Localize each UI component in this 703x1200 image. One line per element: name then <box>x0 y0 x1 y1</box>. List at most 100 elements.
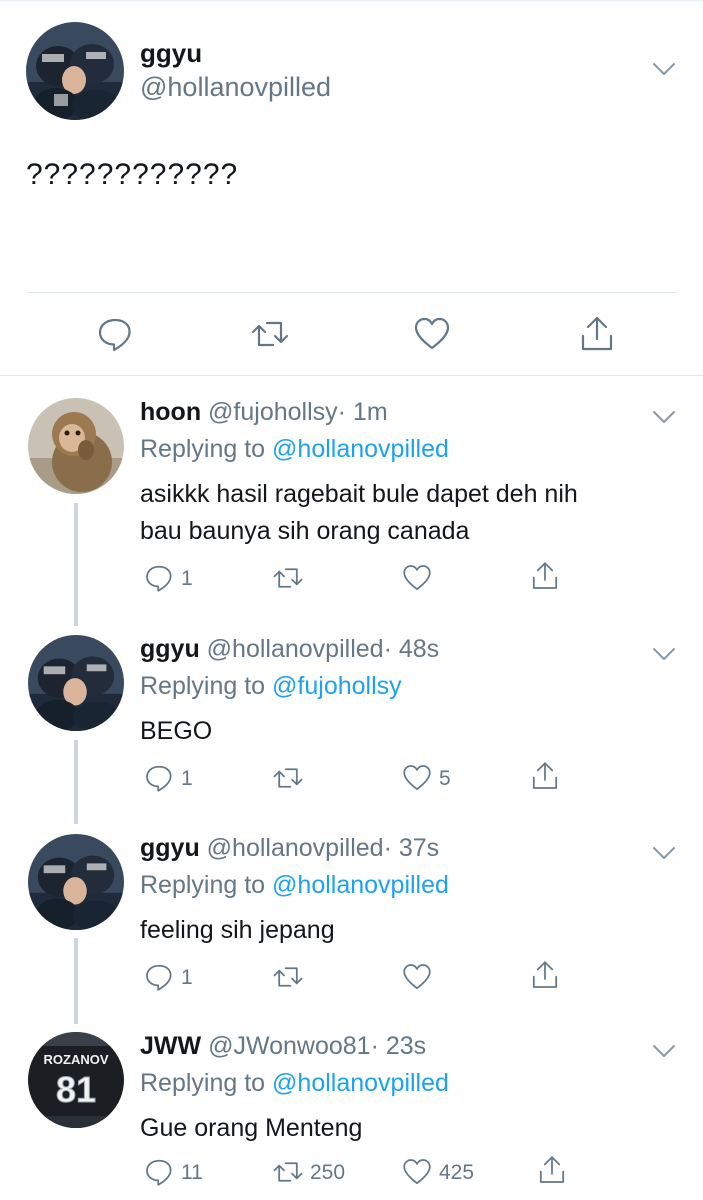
author-handle[interactable]: @hollanovpilled <box>207 635 384 663</box>
share-button[interactable] <box>536 1154 570 1186</box>
author-name[interactable]: ggyu <box>140 834 200 862</box>
like-count: 425 <box>439 1161 475 1184</box>
author-name[interactable]: ggyu <box>140 38 202 69</box>
replying-to: Replying to @hollanovpilled <box>140 435 449 464</box>
like-button[interactable] <box>401 562 461 594</box>
reply-text-line: Gue orang Menteng <box>140 1114 363 1142</box>
reply-button[interactable]: 1 <box>143 562 203 594</box>
reply-header: hoon @fujohollsy· 1m <box>140 398 388 427</box>
reply-button[interactable]: 1 <box>143 762 203 794</box>
like-icon <box>403 765 431 791</box>
reply-text: asikkk hasil ragebait bule dapet deh nih… <box>140 476 578 550</box>
reply-header: ggyu @hollanovpilled· 48s <box>140 635 439 664</box>
main-tweet: ggyu @hollanovpilled ???????????? <box>0 0 703 376</box>
reply-icon <box>146 765 172 792</box>
retweet-icon <box>273 1162 303 1182</box>
tweet-text: ???????????? <box>26 158 239 191</box>
avatar[interactable]: ROZANOV 81 <box>28 1032 124 1128</box>
like-button[interactable]: 5 <box>401 762 461 794</box>
replying-to-label: Replying to <box>140 435 273 463</box>
share-icon <box>532 562 558 589</box>
like-button[interactable] <box>401 961 461 993</box>
hockey-players-avatar-image <box>28 834 124 930</box>
avatar[interactable] <box>28 834 124 930</box>
replying-to-link[interactable]: @hollanovpilled <box>272 435 449 463</box>
chevron-down-icon[interactable] <box>652 647 676 661</box>
timestamp[interactable]: · 48s <box>384 635 440 663</box>
timestamp[interactable]: · 1m <box>338 398 388 426</box>
timestamp[interactable]: · 37s <box>384 834 440 862</box>
reply-count: 11 <box>181 1161 203 1184</box>
replying-to-link[interactable]: @fujohollsy <box>272 672 402 700</box>
chevron-down-icon[interactable] <box>652 846 676 860</box>
avatar[interactable] <box>26 22 124 120</box>
share-icon <box>532 762 558 789</box>
replying-to: Replying to @hollanovpilled <box>140 1069 449 1098</box>
reply-text: Gue orang Menteng <box>140 1110 362 1147</box>
author-name[interactable]: hoon <box>140 398 201 426</box>
jersey-avatar-image: ROZANOV 81 <box>28 1032 124 1128</box>
reply-header: ggyu @hollanovpilled· 37s <box>140 834 439 863</box>
share-button[interactable] <box>529 760 563 792</box>
reply-button[interactable]: 11 <box>143 1156 213 1188</box>
author-name[interactable]: JWW <box>140 1032 201 1060</box>
reply-icon <box>146 1159 172 1186</box>
jersey-name-text: ROZANOV <box>44 1052 109 1067</box>
retweet-icon <box>273 967 303 987</box>
share-button[interactable] <box>529 959 563 991</box>
reply-tweet[interactable]: ROZANOV 81 JWW @JWonwoo81· 23s Replying … <box>0 1032 703 1200</box>
reply-tweet[interactable]: ggyu @hollanovpilled· 37s Replying to @h… <box>0 834 703 1014</box>
reply-icon <box>146 565 172 592</box>
retweet-icon <box>273 568 303 588</box>
reply-count: 1 <box>181 767 193 790</box>
replying-to-label: Replying to <box>140 1069 273 1097</box>
divider <box>0 375 703 376</box>
retweet-button[interactable] <box>272 562 332 594</box>
author-handle[interactable]: @hollanovpilled <box>207 834 384 862</box>
reply-tweet[interactable]: hoon @fujohollsy· 1m Replying to @hollan… <box>0 398 703 618</box>
retweet-icon[interactable] <box>250 314 290 354</box>
replying-to-link[interactable]: @hollanovpilled <box>272 871 449 899</box>
reply-tweet[interactable]: ggyu @hollanovpilled· 48s Replying to @f… <box>0 635 703 815</box>
author-handle[interactable]: @fujohollsy <box>208 398 338 426</box>
share-icon <box>532 961 558 988</box>
avatar[interactable] <box>28 398 124 494</box>
reply-text-line: bau baunya sih orang canada <box>140 517 470 545</box>
like-icon <box>403 964 431 990</box>
replying-to-link[interactable]: @hollanovpilled <box>272 1069 449 1097</box>
monkey-avatar-image <box>28 398 124 494</box>
replying-to-label: Replying to <box>140 672 273 700</box>
avatar[interactable] <box>28 635 124 731</box>
reply-text-line: feeling sih jepang <box>140 916 335 944</box>
like-icon <box>403 565 431 591</box>
timestamp[interactable]: · 23s <box>371 1032 427 1060</box>
share-button[interactable] <box>529 560 563 592</box>
chevron-down-icon[interactable] <box>652 1044 676 1058</box>
chevron-down-icon[interactable] <box>652 410 676 424</box>
reply-icon <box>146 964 172 991</box>
reply-text: feeling sih jepang <box>140 912 335 949</box>
retweet-button[interactable] <box>272 961 332 993</box>
reply-header: JWW @JWonwoo81· 23s <box>140 1032 426 1061</box>
share-icon[interactable] <box>577 314 617 354</box>
reply-count: 1 <box>181 966 193 989</box>
author-name[interactable]: ggyu <box>140 635 200 663</box>
retweet-button[interactable] <box>272 762 332 794</box>
reply-text-line: asikkk hasil ragebait bule dapet deh nih <box>140 480 578 508</box>
author-handle[interactable]: @hollanovpilled <box>140 72 331 103</box>
reply-text: BEGO <box>140 713 212 750</box>
hockey-players-avatar-image <box>28 635 124 731</box>
reply-text-line: BEGO <box>140 717 213 745</box>
hockey-players-avatar-image <box>26 22 124 120</box>
replying-to: Replying to @fujohollsy <box>140 672 402 701</box>
reply-count: 1 <box>181 567 193 590</box>
chevron-down-icon[interactable] <box>652 62 676 76</box>
reply-button[interactable]: 1 <box>143 961 203 993</box>
like-button[interactable]: 425 <box>401 1156 491 1188</box>
retweet-button[interactable]: 250 <box>272 1156 362 1188</box>
like-count: 5 <box>439 767 451 790</box>
author-handle[interactable]: @JWonwoo81 <box>208 1032 371 1060</box>
retweet-icon <box>273 768 303 788</box>
like-icon[interactable] <box>412 314 452 354</box>
reply-icon[interactable] <box>95 314 135 354</box>
